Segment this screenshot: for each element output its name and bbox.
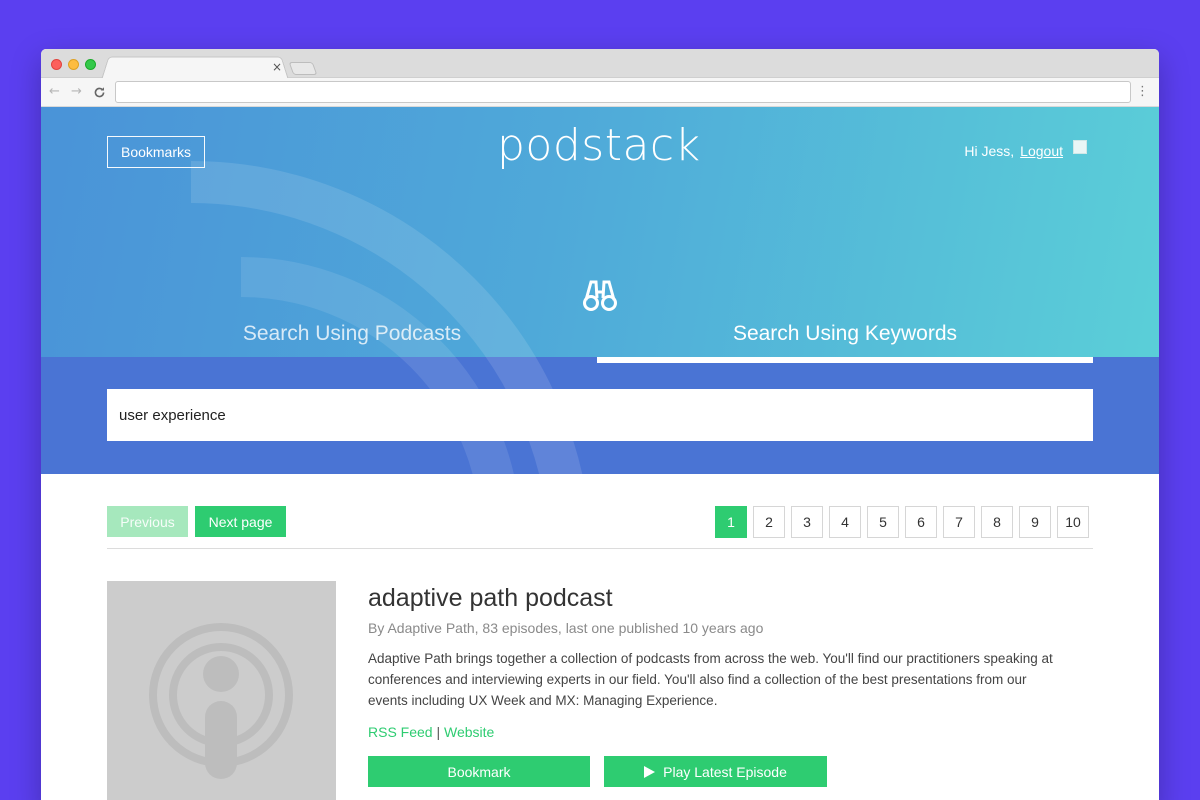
podstack-logo[interactable]: podstack bbox=[497, 121, 707, 171]
podcast-title[interactable]: adaptive path podcast bbox=[368, 584, 613, 613]
link-separator: | bbox=[436, 724, 441, 740]
podcast-description: Adaptive Path brings together a collecti… bbox=[368, 651, 1053, 708]
browser-toolbar: ← → ⋮ bbox=[41, 78, 1159, 107]
pagination: 1 2 3 4 5 6 7 8 9 10 bbox=[715, 506, 1089, 538]
tab-close-icon[interactable]: × bbox=[272, 60, 282, 74]
page-button-8[interactable]: 8 bbox=[981, 506, 1013, 538]
address-bar[interactable] bbox=[115, 81, 1131, 103]
page-button-3[interactable]: 3 bbox=[791, 506, 823, 538]
active-tab-indicator bbox=[597, 357, 1093, 363]
previous-page-button[interactable]: Previous bbox=[107, 506, 188, 537]
page-button-6[interactable]: 6 bbox=[905, 506, 937, 538]
podcast-links: RSS Feed | Website bbox=[368, 724, 494, 740]
page-button-10[interactable]: 10 bbox=[1057, 506, 1089, 538]
bookmarks-button[interactable]: Bookmarks bbox=[107, 136, 205, 168]
website-link[interactable]: Website bbox=[444, 724, 494, 740]
browser-menu-icon[interactable]: ⋮ bbox=[1136, 84, 1149, 100]
divider bbox=[107, 548, 1093, 549]
podcast-meta: By Adaptive Path, 83 episodes, last one … bbox=[368, 620, 764, 636]
podcast-artwork[interactable] bbox=[107, 581, 336, 800]
new-tab-button[interactable] bbox=[288, 62, 318, 75]
maximize-window-button[interactable] bbox=[85, 59, 96, 70]
tab-search-keywords[interactable]: Search Using Keywords bbox=[597, 322, 1093, 346]
avatar[interactable] bbox=[1073, 140, 1087, 154]
browser-tab[interactable] bbox=[101, 56, 289, 80]
search-input[interactable] bbox=[107, 389, 1093, 441]
play-icon bbox=[644, 765, 656, 778]
greeting-text: Hi Jess, bbox=[964, 143, 1015, 159]
tab-search-podcasts[interactable]: Search Using Podcasts bbox=[107, 322, 597, 346]
play-latest-episode-button[interactable]: Play Latest Episode bbox=[604, 756, 827, 787]
browser-window: × ← → ⋮ Bookmarks podstack Hi Jess, Logo… bbox=[41, 49, 1159, 800]
user-menu: Hi Jess, Logout bbox=[964, 140, 1087, 159]
rss-feed-link[interactable]: RSS Feed bbox=[368, 724, 433, 740]
binoculars-icon bbox=[583, 280, 617, 311]
search-hero: Bookmarks podstack Hi Jess, Logout Searc… bbox=[41, 107, 1159, 474]
play-label: Play Latest Episode bbox=[663, 763, 787, 780]
forward-arrow-icon[interactable]: → bbox=[71, 84, 82, 100]
page-button-1[interactable]: 1 bbox=[715, 506, 747, 538]
results-section: Previous Next page 1 2 3 4 5 6 7 8 9 10 … bbox=[41, 474, 1159, 800]
page-button-4[interactable]: 4 bbox=[829, 506, 861, 538]
bookmark-button[interactable]: Bookmark bbox=[368, 756, 590, 787]
window-controls bbox=[51, 59, 96, 70]
page-button-2[interactable]: 2 bbox=[753, 506, 785, 538]
minimize-window-button[interactable] bbox=[68, 59, 79, 70]
podcast-icon bbox=[149, 623, 293, 779]
page-button-5[interactable]: 5 bbox=[867, 506, 899, 538]
close-window-button[interactable] bbox=[51, 59, 62, 70]
back-arrow-icon[interactable]: ← bbox=[49, 84, 60, 100]
next-page-button[interactable]: Next page bbox=[195, 506, 286, 537]
browser-tabbar: × bbox=[41, 49, 1159, 80]
reload-icon[interactable] bbox=[93, 84, 106, 99]
logo-text: podstack bbox=[497, 120, 701, 171]
logout-link[interactable]: Logout bbox=[1020, 143, 1063, 159]
page-button-9[interactable]: 9 bbox=[1019, 506, 1051, 538]
page-button-7[interactable]: 7 bbox=[943, 506, 975, 538]
